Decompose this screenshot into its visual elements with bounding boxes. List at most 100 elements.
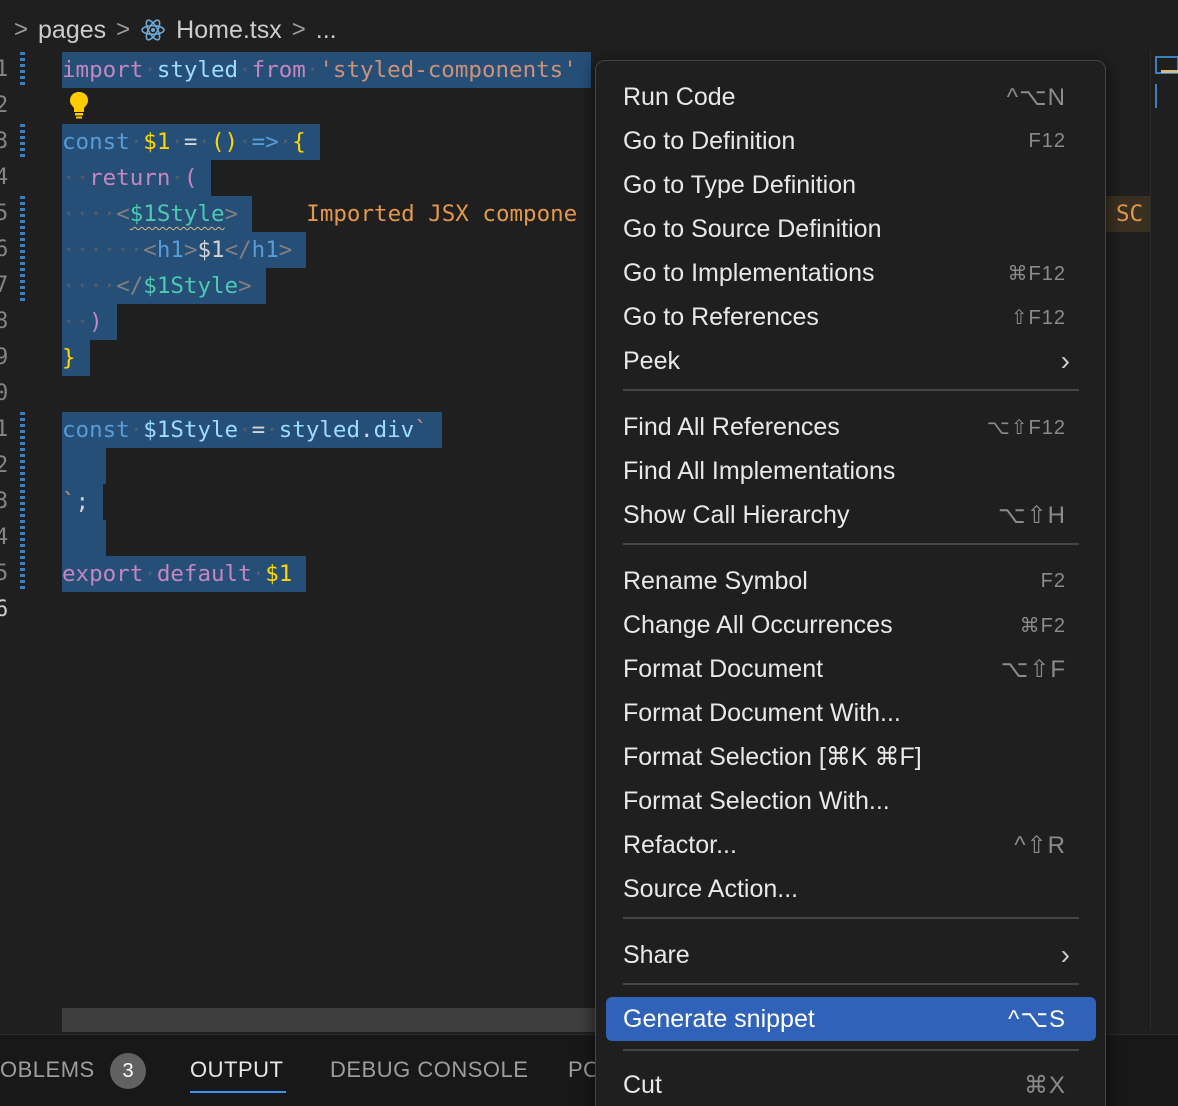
code-token: ;: [75, 489, 90, 515]
minimap-mark: [1161, 70, 1178, 73]
menu-item-share[interactable]: Share ›: [606, 933, 1096, 977]
code-token: .: [360, 417, 374, 443]
menu-item-peek[interactable]: Peek ›: [606, 339, 1096, 383]
line-number-gutter: 1 2 3 4 5 6 7 8 9 0 1 2 3 4 5 6: [0, 52, 30, 628]
horizontal-scrollbar[interactable]: [62, 1008, 602, 1032]
menu-item-run-code[interactable]: Run Code ^⌥N: [606, 75, 1096, 119]
code-line: ······<h1>$1</h1>: [62, 232, 591, 268]
menu-separator: [623, 389, 1079, 391]
menu-item-label: Generate snippet: [623, 1004, 815, 1033]
code-line: const·$1Style·=·styled.div`: [62, 412, 591, 448]
menu-item-go-to-source-definition[interactable]: Go to Source Definition: [606, 207, 1096, 251]
git-change-marker: [20, 124, 25, 160]
menu-item-shortcut: ^⌥N: [1006, 83, 1066, 111]
tab-output[interactable]: OUTPUT: [190, 1057, 283, 1083]
breadcrumb-folder[interactable]: pages: [38, 16, 106, 45]
menu-item-go-to-implementations[interactable]: Go to Implementations ⌘F12: [606, 251, 1096, 295]
code-token: $1: [197, 237, 225, 263]
tab-debug-console[interactable]: DEBUG CONSOLE: [330, 1057, 528, 1083]
active-tab-indicator: [190, 1091, 286, 1093]
menu-item-label: Source Action...: [623, 874, 799, 903]
code-token: >: [278, 237, 293, 263]
code-token: import: [62, 57, 144, 83]
code-line: }: [62, 340, 591, 376]
menu-item-cut[interactable]: Cut ⌘X: [606, 1063, 1096, 1106]
line-number: 1: [0, 417, 9, 442]
code-line: ··return·(: [62, 160, 591, 196]
menu-item-label: Go to Type Definition: [623, 170, 857, 199]
menu-item-shortcut: F2: [1040, 569, 1066, 592]
code-token: const: [62, 417, 130, 443]
code-token: =: [251, 417, 266, 443]
menu-item-format-document[interactable]: Format Document ⌥⇧F: [606, 647, 1096, 691]
menu-item-shortcut: F12: [1028, 129, 1066, 152]
context-menu: Run Code ^⌥N Go to Definition F12 Go to Type…: [595, 60, 1106, 1106]
menu-item-format-selection-k-f[interactable]: Format Selection [⌘K ⌘F]: [606, 735, 1096, 779]
menu-item-change-all-occurrences[interactable]: Change All Occurrences ⌘F2: [606, 603, 1096, 647]
breadcrumb-file[interactable]: Home.tsx: [176, 16, 282, 45]
menu-item-format-document-with[interactable]: Format Document With...: [606, 691, 1096, 735]
code-token: ): [89, 309, 103, 335]
line-number: 7: [0, 273, 9, 298]
line-number: 5: [0, 201, 9, 226]
code-token: div: [373, 417, 415, 443]
menu-item-shortcut: ⌘X: [1023, 1071, 1066, 1099]
menu-item-label: Format Document: [623, 654, 824, 683]
line-number: 3: [0, 489, 9, 514]
menu-item-label: Go to Source Definition: [623, 214, 882, 243]
breadcrumb-more[interactable]: ...: [316, 16, 337, 45]
code-token: $1: [265, 561, 293, 587]
menu-item-label: Share: [623, 940, 690, 969]
code-token: }: [62, 345, 76, 371]
minimap[interactable]: [1150, 50, 1178, 1030]
code-token: (: [183, 165, 198, 191]
menu-item-label: Refactor...: [623, 830, 737, 859]
menu-item-shortcut: ⇧F12: [1010, 306, 1066, 329]
menu-item-go-to-references[interactable]: Go to References ⇧F12: [606, 295, 1096, 339]
menu-item-label: Change All Occurrences: [623, 610, 893, 639]
menu-item-label: Find All Implementations: [623, 456, 896, 485]
code-line: `;: [62, 484, 591, 520]
code-token: </: [116, 273, 144, 299]
menu-item-generate-snippet[interactable]: Generate snippet ^⌥S: [606, 997, 1096, 1041]
code-line: ​: [62, 520, 591, 556]
lightbulb-icon[interactable]: [67, 90, 91, 120]
menu-item-format-selection-with[interactable]: Format Selection With...: [606, 779, 1096, 823]
code-token: $1Style: [129, 201, 225, 227]
menu-item-show-call-hierarchy[interactable]: Show Call Hierarchy ⌥⇧H: [606, 493, 1096, 537]
code-line: ····<$1Style> Imported JSX compone: [62, 196, 591, 232]
chevron-right-icon: ›: [1060, 939, 1070, 970]
menu-separator: [623, 1049, 1079, 1051]
menu-item-label: Run Code: [623, 82, 736, 111]
code-line: import·styled·from·'styled-components': [62, 52, 591, 88]
menu-item-go-to-definition[interactable]: Go to Definition F12: [606, 119, 1096, 163]
code-token: styled: [156, 57, 239, 83]
menu-item-go-to-type-definition[interactable]: Go to Type Definition: [606, 163, 1096, 207]
code-token: `: [414, 417, 428, 443]
line-number: 2: [0, 93, 9, 118]
code-editor[interactable]: import·styled·from·'styled-components' c…: [62, 52, 591, 592]
menu-item-source-action[interactable]: Source Action...: [606, 867, 1096, 911]
code-token: styled: [278, 417, 361, 443]
code-token: </: [224, 237, 252, 263]
breadcrumb: > pages > Home.tsx > ...: [0, 0, 1178, 60]
code-token: from: [251, 57, 306, 83]
tab-problems[interactable]: OBLEMS: [0, 1057, 95, 1083]
menu-item-label: Rename Symbol: [623, 566, 808, 595]
menu-item-find-all-implementations[interactable]: Find All Implementations: [606, 449, 1096, 493]
menu-item-shortcut: ⌘F2: [1019, 614, 1066, 637]
git-change-marker: [20, 412, 25, 592]
menu-item-shortcut: ^⌥S: [1008, 1005, 1066, 1033]
code-token: <: [143, 237, 157, 263]
line-number: 6: [0, 597, 9, 622]
menu-item-label: Cut: [623, 1070, 662, 1099]
menu-item-find-all-references[interactable]: Find All References ⌥⇧F12: [606, 405, 1096, 449]
git-change-marker: [20, 196, 25, 304]
menu-separator: [623, 983, 1079, 985]
code-token: =>: [251, 129, 279, 155]
menu-item-label: Format Document With...: [623, 698, 901, 727]
menu-item-label: Go to Definition: [623, 126, 796, 155]
menu-item-rename-symbol[interactable]: Rename Symbol F2: [606, 559, 1096, 603]
menu-item-refactor[interactable]: Refactor... ^⇧R: [606, 823, 1096, 867]
